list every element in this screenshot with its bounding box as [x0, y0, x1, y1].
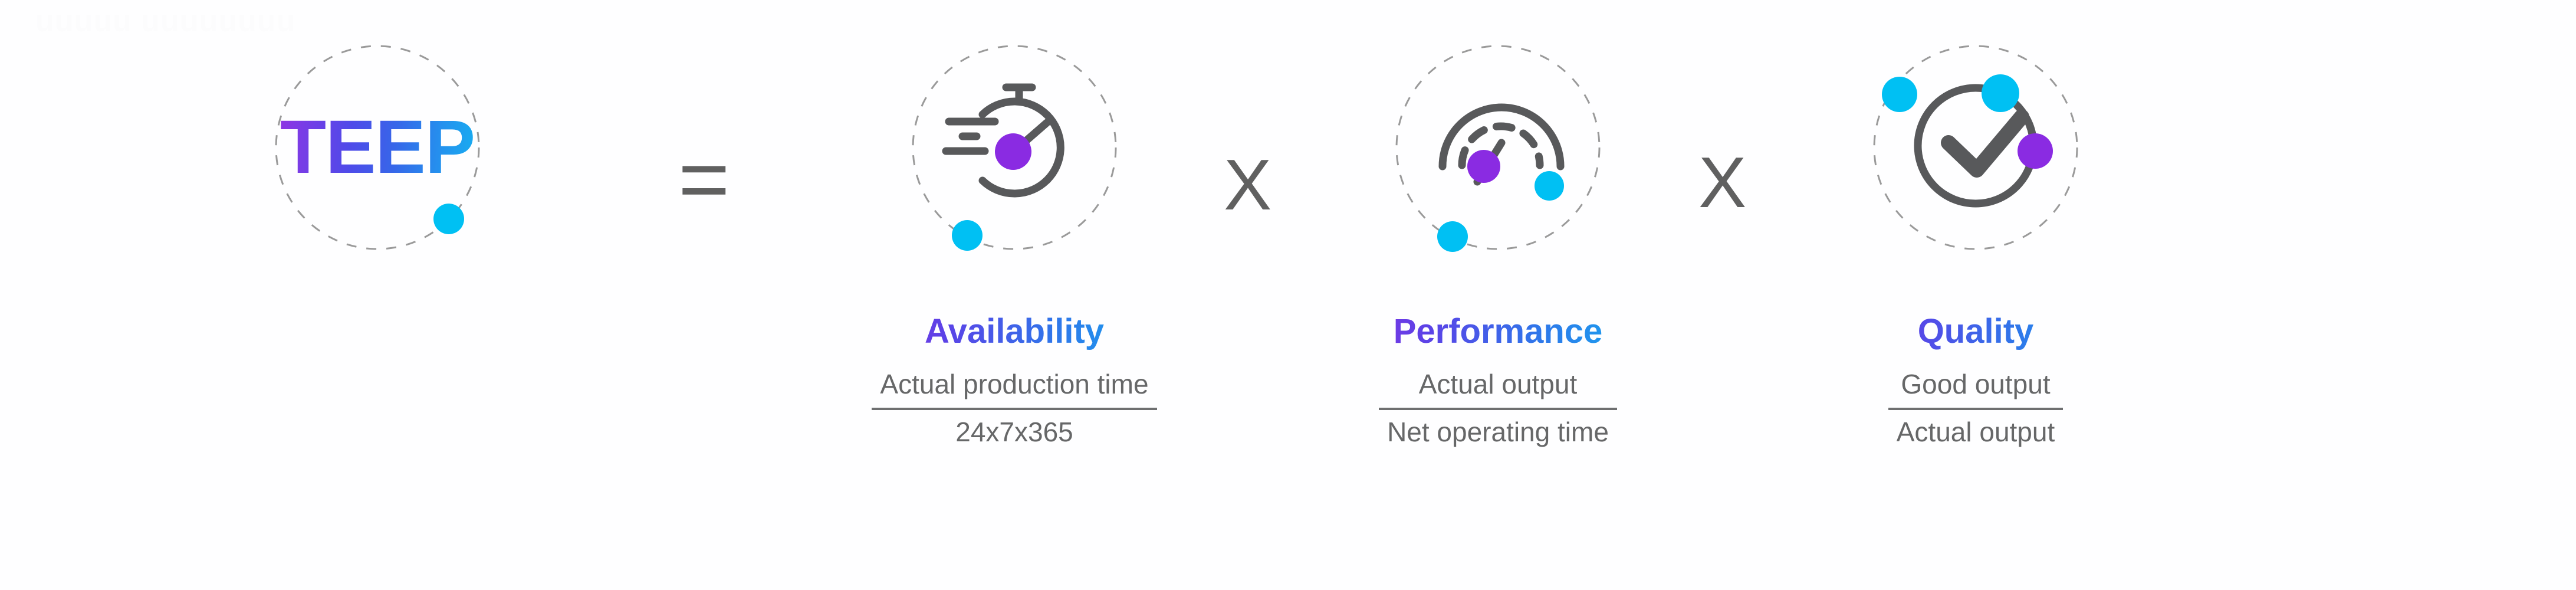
- quality-title: Quality: [1811, 313, 2141, 350]
- multiply-operator-1: X: [1224, 145, 1272, 225]
- availability-title: Availability: [849, 313, 1179, 350]
- quality-badge: [1864, 35, 2088, 260]
- stopwatch-icon: [942, 83, 1064, 251]
- multiply-operator-2: X: [1698, 142, 1747, 222]
- availability-fraction: Actual production time 24x7x365: [872, 367, 1157, 450]
- quality-caption: Quality Good output Actual output: [1811, 313, 2141, 450]
- term-teep: TEEP: [212, 35, 543, 260]
- gauge-icon: [1437, 103, 1565, 252]
- performance-fraction: Actual output Net operating time: [1379, 367, 1617, 450]
- equals-operator: =: [678, 129, 730, 228]
- quality-numerator: Good output: [1901, 368, 2051, 399]
- fraction-bar: [1888, 407, 2064, 410]
- term-quality: Quality Good output Actual output: [1811, 35, 2141, 447]
- availability-badge: [902, 35, 1126, 260]
- performance-title: Performance: [1333, 313, 1663, 350]
- performance-caption: Performance Actual output Net operating …: [1333, 313, 1663, 450]
- quality-denominator: Actual output: [1896, 416, 2055, 447]
- teep-badge: TEEP: [265, 35, 489, 260]
- availability-numerator: Actual production time: [880, 368, 1149, 399]
- availability-caption: Availability Actual production time 24x7…: [849, 313, 1179, 450]
- check-circle-icon: [1882, 74, 2053, 208]
- term-performance: Performance Actual output Net operating …: [1333, 35, 1663, 447]
- quality-fraction: Good output Actual output: [1888, 367, 2064, 450]
- term-availability: Availability Actual production time 24x7…: [849, 35, 1179, 447]
- performance-badge: [1386, 35, 1610, 260]
- fraction-bar: [872, 407, 1157, 410]
- availability-denominator: 24x7x365: [955, 416, 1073, 447]
- performance-denominator: Net operating time: [1387, 416, 1609, 447]
- teep-wordmark: TEEP: [265, 110, 489, 185]
- teep-equation: TEEP = Availability Actual production ti…: [0, 0, 2576, 590]
- teep-formula-canvas: uuuuu uuuuuuuu TEEP = Availability Actua…: [0, 0, 2576, 590]
- performance-numerator: Actual output: [1418, 368, 1578, 399]
- fraction-bar: [1379, 407, 1617, 410]
